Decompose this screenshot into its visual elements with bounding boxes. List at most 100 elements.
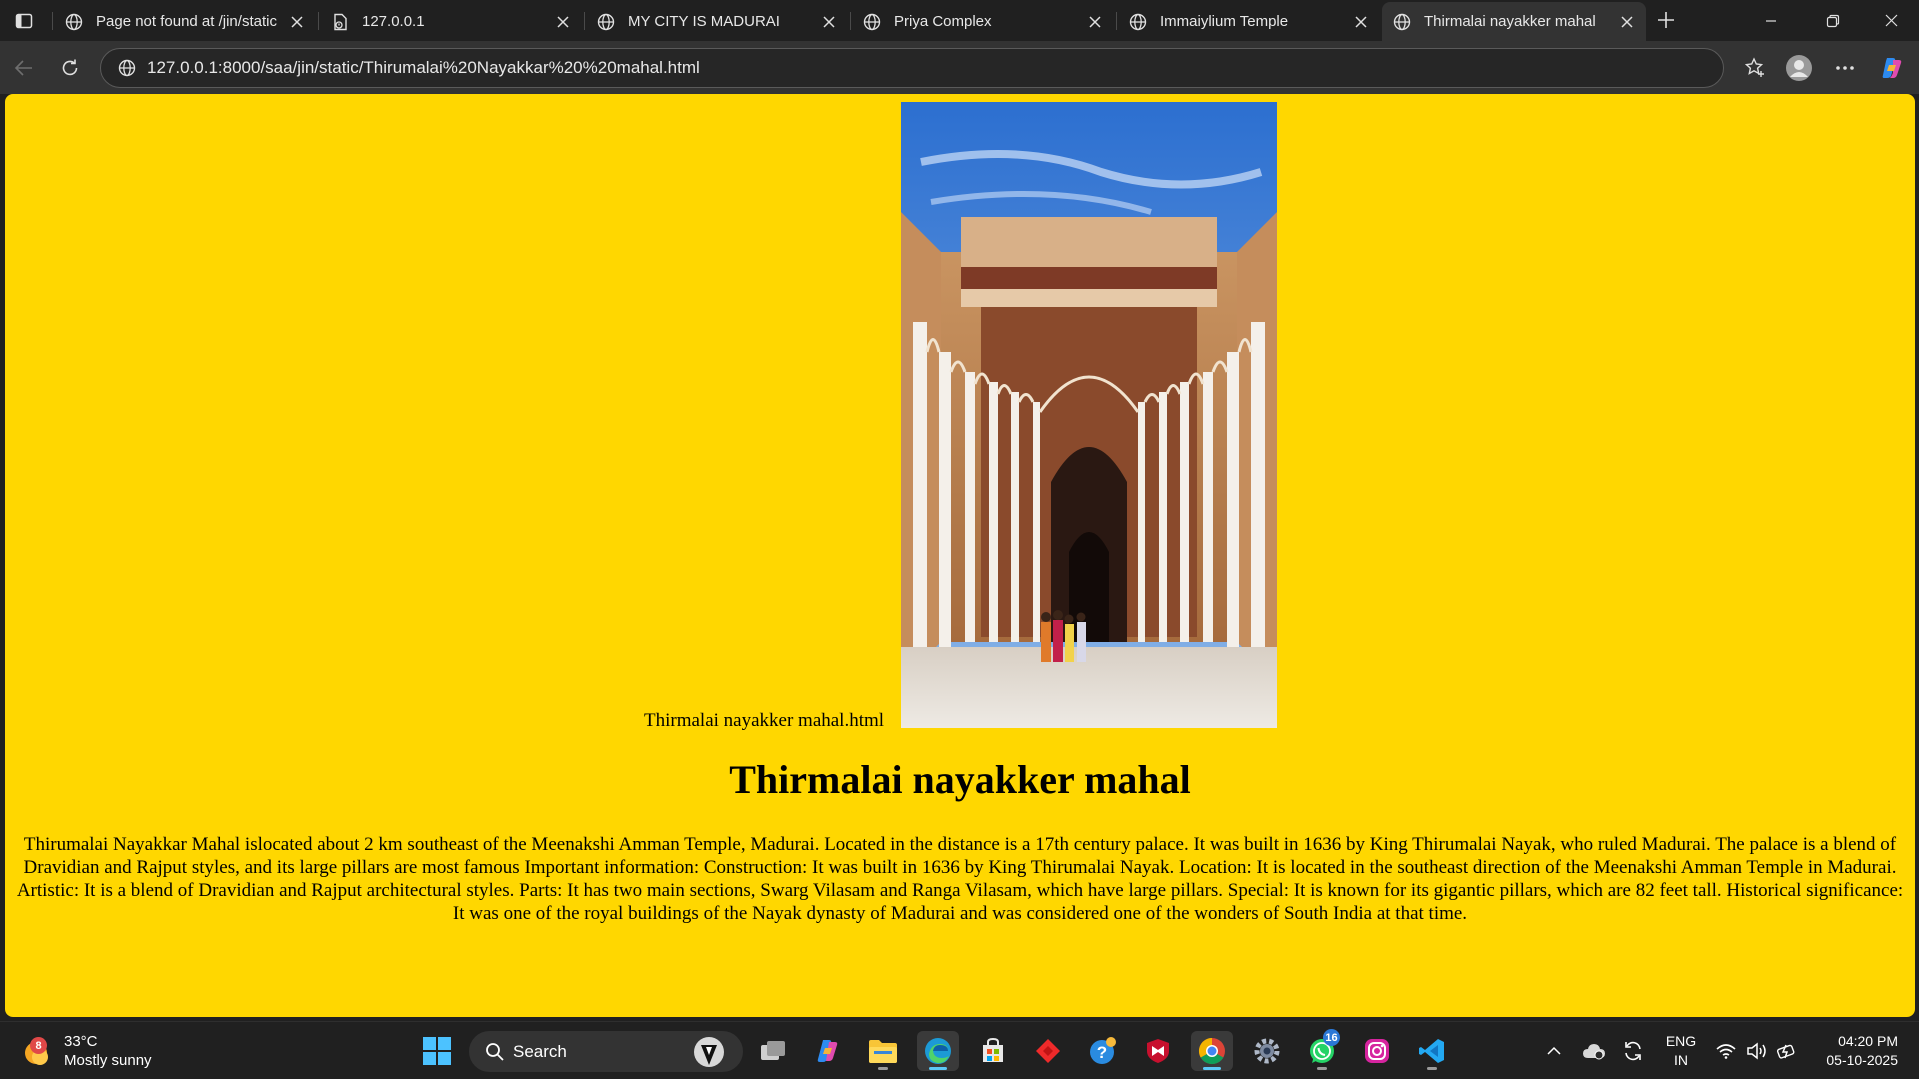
copilot-icon xyxy=(817,1040,838,1062)
edge-icon xyxy=(925,1038,951,1064)
vscode-icon xyxy=(1419,1039,1444,1063)
address-url[interactable]: 127.0.0.1:8000/saa/jin/static/Thirumalai… xyxy=(147,58,700,78)
screen: Page not found at /jin/static 127.0.0.1 … xyxy=(0,0,1919,1079)
tab-separator xyxy=(584,12,585,30)
anydesk-icon xyxy=(1036,1039,1060,1063)
refresh-button[interactable] xyxy=(52,50,88,86)
search-icon xyxy=(486,1042,504,1061)
profile-button[interactable] xyxy=(1781,50,1817,86)
tab-separator xyxy=(52,12,53,30)
tab-separator xyxy=(1116,12,1117,30)
close-icon[interactable] xyxy=(816,9,842,35)
instagram-button[interactable] xyxy=(1356,1031,1398,1071)
close-window-button[interactable] xyxy=(1862,0,1919,41)
close-icon[interactable] xyxy=(1614,9,1640,35)
task-view-button[interactable] xyxy=(752,1031,794,1071)
tab-title: Immaiylium Temple xyxy=(1160,13,1289,30)
show-hidden-icons-button[interactable] xyxy=(1541,1031,1567,1071)
page-viewport: Thirmalai nayakker mahal.html Thirmalai … xyxy=(5,94,1915,1017)
store-icon xyxy=(983,1037,1003,1062)
folder-icon xyxy=(869,1040,897,1063)
anydesk-button[interactable] xyxy=(1027,1031,1069,1071)
new-tab-button[interactable] xyxy=(1652,6,1680,34)
minimize-button[interactable] xyxy=(1742,0,1800,41)
page-description: Thirumalai Nayakkar Mahal islocated abou… xyxy=(16,834,1904,924)
clock-date: 05-10-2025 xyxy=(1826,1052,1898,1068)
start-button[interactable] xyxy=(416,1031,458,1071)
close-icon[interactable] xyxy=(1082,9,1108,35)
restore-button[interactable] xyxy=(1804,0,1862,41)
language-code: ENG xyxy=(1665,1033,1697,1049)
edge-browser-button[interactable] xyxy=(917,1031,959,1071)
mcafee-button[interactable] xyxy=(1137,1031,1179,1071)
close-icon[interactable] xyxy=(1348,9,1374,35)
windows-taskbar: 8 33°C Mostly sunny Search ? 16 ENG IN 0… xyxy=(0,1021,1919,1079)
tab-immaiylium-temple[interactable]: Immaiylium Temple xyxy=(1118,2,1380,41)
browser-toolbar: 127.0.0.1:8000/saa/jin/static/Thirumalai… xyxy=(0,41,1919,94)
site-info-icon[interactable] xyxy=(107,49,147,87)
minimize-icon xyxy=(1766,19,1776,22)
whatsapp-badge: 16 xyxy=(1323,1029,1340,1046)
clock-time: 04:20 PM xyxy=(1838,1033,1898,1049)
document-icon xyxy=(330,12,350,32)
copilot-button[interactable] xyxy=(1874,50,1910,86)
close-icon xyxy=(1885,14,1897,27)
weather-badge: 8 xyxy=(30,1037,47,1054)
settings-button[interactable] xyxy=(1246,1031,1288,1071)
get-help-button[interactable]: ? xyxy=(1082,1031,1124,1071)
tab-localhost[interactable]: 127.0.0.1 xyxy=(320,2,582,41)
volume-tray-button[interactable] xyxy=(1744,1031,1770,1071)
mahal-photo xyxy=(901,102,1277,728)
tab-actions-button[interactable] xyxy=(8,8,40,34)
wifi-icon xyxy=(1716,1044,1736,1059)
weather-description: Mostly sunny xyxy=(64,1052,152,1069)
svg-text:?: ? xyxy=(1097,1043,1107,1062)
tab-thirmalai-nayakker-mahal[interactable]: Thirmalai nayakker mahal xyxy=(1382,2,1646,41)
back-button[interactable] xyxy=(6,50,42,86)
help-icon: ? xyxy=(1090,1037,1116,1064)
input-language-indicator[interactable]: ENG IN xyxy=(1660,1032,1702,1070)
favorites-button[interactable] xyxy=(1737,50,1773,86)
file-explorer-button[interactable] xyxy=(862,1031,904,1071)
cloud-icon xyxy=(1583,1044,1605,1060)
microsoft-store-button[interactable] xyxy=(972,1031,1014,1071)
tab-separator xyxy=(850,12,851,30)
windows-logo-icon xyxy=(423,1037,451,1065)
tab-title: 127.0.0.1 xyxy=(362,13,425,30)
search-label: Search xyxy=(513,1041,567,1061)
globe-icon xyxy=(1128,12,1148,32)
battery-tray-button[interactable] xyxy=(1774,1031,1800,1071)
search-highlight-icon xyxy=(694,1036,724,1067)
tab-my-city-madurai[interactable]: MY CITY IS MADURAI xyxy=(586,2,848,41)
vscode-button[interactable] xyxy=(1411,1031,1453,1071)
chrome-icon xyxy=(1198,1037,1225,1065)
region-code: IN xyxy=(1674,1052,1688,1068)
chrome-button[interactable] xyxy=(1191,1031,1233,1071)
wifi-tray-button[interactable] xyxy=(1713,1031,1739,1071)
weather-sun-icon: 8 xyxy=(22,1035,54,1067)
page-title: Thirmalai nayakker mahal xyxy=(729,757,1191,802)
sync-tray-button[interactable] xyxy=(1618,1031,1648,1071)
copilot-app-button[interactable] xyxy=(807,1031,849,1071)
whatsapp-button[interactable]: 16 xyxy=(1301,1029,1343,1071)
globe-icon xyxy=(596,12,616,32)
more-options-button[interactable] xyxy=(1827,50,1863,86)
image-alt-text: Thirmalai nayakker mahal.html xyxy=(644,710,885,731)
system-clock[interactable]: 04:20 PM 05-10-2025 xyxy=(1812,1032,1898,1070)
mcafee-shield-icon xyxy=(1147,1039,1169,1063)
tab-priya-complex[interactable]: Priya Complex xyxy=(852,2,1114,41)
avatar-icon xyxy=(1786,55,1812,81)
globe-icon xyxy=(64,12,84,32)
address-bar[interactable]: 127.0.0.1:8000/saa/jin/static/Thirumalai… xyxy=(100,48,1724,88)
onedrive-tray-button[interactable] xyxy=(1579,1031,1609,1071)
taskbar-search-box[interactable]: Search xyxy=(469,1031,743,1072)
tab-page-not-found[interactable]: Page not found at /jin/static xyxy=(54,2,316,41)
speaker-icon xyxy=(1747,1042,1766,1060)
close-icon[interactable] xyxy=(284,9,310,35)
weather-widget[interactable]: 8 33°C Mostly sunny xyxy=(22,1032,152,1070)
sync-icon xyxy=(1625,1041,1641,1061)
task-view-icon xyxy=(761,1041,785,1060)
instagram-icon xyxy=(1365,1039,1389,1063)
plus-icon xyxy=(1658,12,1674,28)
close-icon[interactable] xyxy=(550,9,576,35)
